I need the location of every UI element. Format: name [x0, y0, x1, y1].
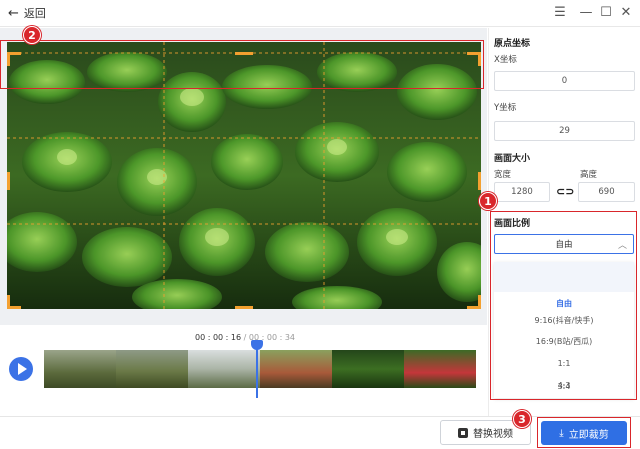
y-input[interactable]: 29: [494, 121, 635, 141]
back-button[interactable]: ← 返回: [8, 5, 46, 21]
total-time: / 00 : 00 : 34: [241, 333, 295, 342]
play-button[interactable]: [9, 357, 33, 381]
maximize-icon[interactable]: ☐: [597, 3, 615, 21]
minimize-icon[interactable]: —: [577, 3, 595, 21]
current-time: 00 : 00 : 16: [195, 333, 241, 342]
crop-handle-bottom-left[interactable]: [7, 295, 21, 309]
annotation-badge-2: 2: [23, 26, 41, 44]
back-label: 返回: [24, 5, 46, 21]
width-label: 宽度: [494, 168, 511, 180]
timeline-frame: [332, 350, 404, 388]
playhead[interactable]: [255, 340, 259, 398]
timeline-frame: [44, 350, 116, 388]
size-title: 画面大小: [494, 151, 530, 164]
crop-now-button[interactable]: ⤓ 立即裁剪: [541, 421, 627, 445]
timecode: 00 : 00 : 16 / 00 : 00 : 34: [190, 333, 300, 342]
crop-now-label: 立即裁剪: [569, 426, 609, 441]
annotation-box-2: [0, 40, 484, 89]
y-label: Y坐标: [494, 101, 516, 113]
video-crop-window: ← 返回 ☰ — ☐ ✕: [0, 0, 640, 449]
link-icon[interactable]: ⊂⊃: [556, 185, 574, 198]
playhead-line: [256, 348, 258, 398]
annotation-badge-3: 3: [513, 410, 531, 428]
width-input[interactable]: 1280: [494, 182, 550, 202]
timeline-frame: [260, 350, 332, 388]
replace-video-label: 替换视频: [473, 425, 513, 440]
back-arrow-icon: ←: [8, 7, 19, 20]
close-icon[interactable]: ✕: [617, 3, 635, 21]
x-label: X坐标: [494, 53, 517, 65]
timeline-frame: [404, 350, 476, 388]
menu-icon[interactable]: ☰: [551, 3, 569, 21]
annotation-badge-1: 1: [479, 192, 497, 210]
title-bar: ← 返回 ☰ — ☐ ✕: [0, 0, 640, 27]
download-icon: ⤓: [559, 428, 563, 439]
crop-handle-right[interactable]: [478, 172, 481, 190]
height-input[interactable]: 690: [578, 182, 635, 202]
annotation-box-1: [490, 211, 637, 400]
timeline-frame: [116, 350, 188, 388]
x-input[interactable]: 0: [494, 71, 635, 91]
crop-handle-bottom[interactable]: [235, 306, 253, 309]
replace-icon: [458, 428, 468, 438]
height-label: 高度: [580, 168, 597, 180]
timeline-frame: [188, 350, 260, 388]
timeline-strip[interactable]: [44, 350, 476, 388]
crop-handle-bottom-right[interactable]: [467, 295, 481, 309]
origin-title: 原点坐标: [494, 36, 530, 49]
crop-handle-left[interactable]: [7, 172, 10, 190]
